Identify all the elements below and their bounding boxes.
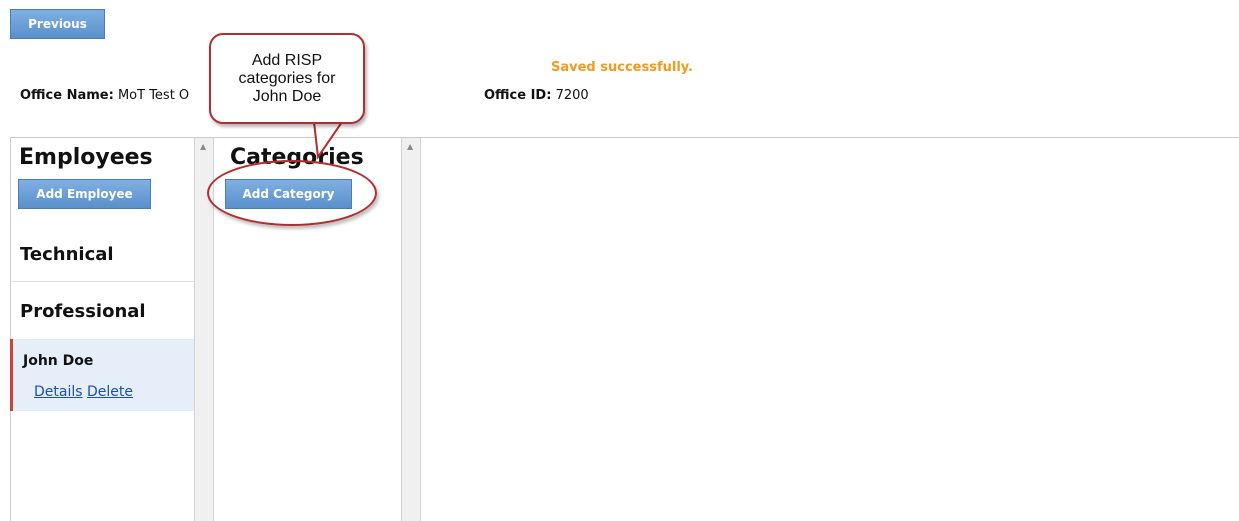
- office-name-label: Office Name:: [20, 88, 114, 103]
- group-professional[interactable]: Professional: [11, 301, 194, 322]
- callout-pointer: [313, 120, 343, 160]
- scroll-up-arrow-icon[interactable]: ▲: [200, 142, 206, 151]
- delete-link[interactable]: Delete: [87, 384, 133, 400]
- status-message: Saved successfully.: [551, 60, 693, 75]
- employee-name: John Doe: [23, 353, 94, 369]
- categories-scrollbar[interactable]: ▲: [401, 138, 421, 521]
- callout-annotation: Add RISP categories for John Doe: [209, 33, 365, 124]
- scroll-up-arrow-icon[interactable]: ▲: [407, 142, 413, 151]
- office-id-label: Office ID:: [484, 88, 552, 103]
- callout-highlight-ring: [207, 160, 377, 226]
- page: Previous Saved successfully. Office Name…: [0, 0, 1239, 521]
- employees-title: Employees: [19, 145, 153, 170]
- office-id-value: 7200: [555, 88, 589, 103]
- add-employee-button[interactable]: Add Employee: [18, 179, 151, 209]
- employees-panel-border: [10, 138, 11, 521]
- group-technical[interactable]: Technical: [11, 244, 194, 265]
- office-id: Office ID: 7200: [484, 88, 589, 103]
- employee-actions: Details Delete: [34, 384, 133, 400]
- group-separator: [11, 281, 194, 282]
- previous-button[interactable]: Previous: [10, 9, 105, 39]
- office-name-value: MoT Test O: [117, 88, 190, 103]
- office-name: Office Name: MoT Test O: [20, 88, 189, 103]
- details-link[interactable]: Details: [34, 384, 83, 400]
- selected-employee-row[interactable]: John Doe Details Delete: [10, 339, 194, 411]
